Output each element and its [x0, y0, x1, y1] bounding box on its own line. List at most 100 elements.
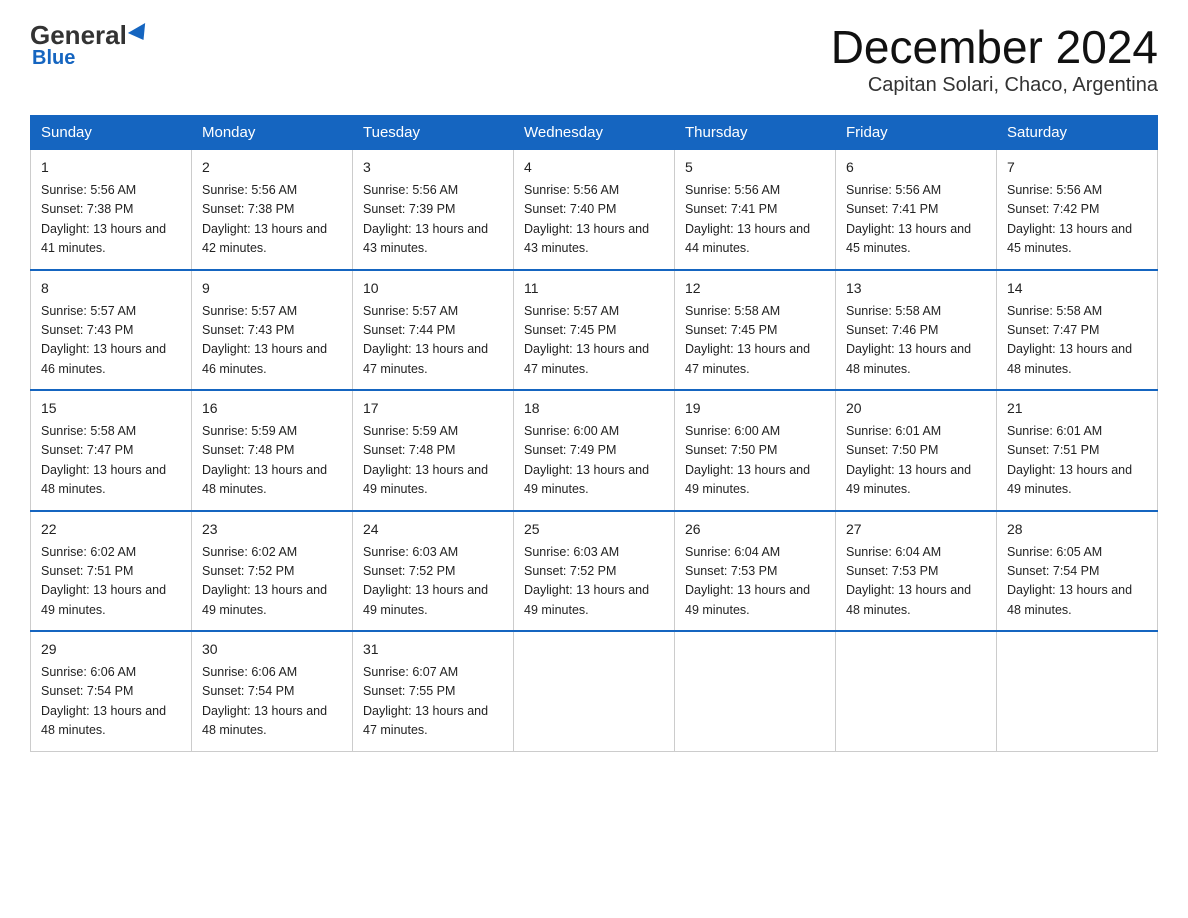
table-row: 31 Sunrise: 6:07 AMSunset: 7:55 PMDaylig…	[353, 631, 514, 751]
day-number: 17	[363, 398, 503, 419]
day-number: 10	[363, 278, 503, 299]
col-thursday: Thursday	[675, 116, 836, 150]
day-info: Sunrise: 5:58 AMSunset: 7:47 PMDaylight:…	[1007, 304, 1132, 376]
table-row: 12 Sunrise: 5:58 AMSunset: 7:45 PMDaylig…	[675, 270, 836, 391]
day-number: 22	[41, 519, 181, 540]
day-info: Sunrise: 6:03 AMSunset: 7:52 PMDaylight:…	[363, 545, 488, 617]
table-row: 23 Sunrise: 6:02 AMSunset: 7:52 PMDaylig…	[192, 511, 353, 632]
day-number: 3	[363, 157, 503, 178]
day-info: Sunrise: 5:57 AMSunset: 7:44 PMDaylight:…	[363, 304, 488, 376]
table-row: 18 Sunrise: 6:00 AMSunset: 7:49 PMDaylig…	[514, 390, 675, 511]
col-monday: Monday	[192, 116, 353, 150]
day-number: 14	[1007, 278, 1147, 299]
col-wednesday: Wednesday	[514, 116, 675, 150]
table-row: 9 Sunrise: 5:57 AMSunset: 7:43 PMDayligh…	[192, 270, 353, 391]
day-number: 23	[202, 519, 342, 540]
day-info: Sunrise: 6:00 AMSunset: 7:50 PMDaylight:…	[685, 424, 810, 496]
day-number: 6	[846, 157, 986, 178]
table-row: 25 Sunrise: 6:03 AMSunset: 7:52 PMDaylig…	[514, 511, 675, 632]
table-row: 11 Sunrise: 5:57 AMSunset: 7:45 PMDaylig…	[514, 270, 675, 391]
day-number: 29	[41, 639, 181, 660]
col-friday: Friday	[836, 116, 997, 150]
logo-arrow-icon	[128, 22, 152, 44]
table-row: 27 Sunrise: 6:04 AMSunset: 7:53 PMDaylig…	[836, 511, 997, 632]
calendar-week-2: 8 Sunrise: 5:57 AMSunset: 7:43 PMDayligh…	[31, 270, 1158, 391]
table-row: 6 Sunrise: 5:56 AMSunset: 7:41 PMDayligh…	[836, 150, 997, 270]
day-info: Sunrise: 5:57 AMSunset: 7:43 PMDaylight:…	[202, 304, 327, 376]
table-row: 28 Sunrise: 6:05 AMSunset: 7:54 PMDaylig…	[997, 511, 1158, 632]
day-info: Sunrise: 5:56 AMSunset: 7:41 PMDaylight:…	[846, 183, 971, 255]
day-number: 12	[685, 278, 825, 299]
table-row: 16 Sunrise: 5:59 AMSunset: 7:48 PMDaylig…	[192, 390, 353, 511]
day-info: Sunrise: 5:56 AMSunset: 7:38 PMDaylight:…	[41, 183, 166, 255]
calendar-week-4: 22 Sunrise: 6:02 AMSunset: 7:51 PMDaylig…	[31, 511, 1158, 632]
calendar-week-3: 15 Sunrise: 5:58 AMSunset: 7:47 PMDaylig…	[31, 390, 1158, 511]
col-saturday: Saturday	[997, 116, 1158, 150]
day-number: 15	[41, 398, 181, 419]
day-number: 7	[1007, 157, 1147, 178]
day-number: 5	[685, 157, 825, 178]
day-number: 27	[846, 519, 986, 540]
day-info: Sunrise: 6:06 AMSunset: 7:54 PMDaylight:…	[41, 665, 166, 737]
table-row: 22 Sunrise: 6:02 AMSunset: 7:51 PMDaylig…	[31, 511, 192, 632]
day-number: 9	[202, 278, 342, 299]
day-number: 19	[685, 398, 825, 419]
day-info: Sunrise: 5:56 AMSunset: 7:40 PMDaylight:…	[524, 183, 649, 255]
day-number: 8	[41, 278, 181, 299]
day-number: 25	[524, 519, 664, 540]
table-row: 5 Sunrise: 5:56 AMSunset: 7:41 PMDayligh…	[675, 150, 836, 270]
logo: General Blue	[30, 20, 150, 70]
calendar-header-row: Sunday Monday Tuesday Wednesday Thursday…	[31, 116, 1158, 150]
day-info: Sunrise: 6:06 AMSunset: 7:54 PMDaylight:…	[202, 665, 327, 737]
table-row	[997, 631, 1158, 751]
day-info: Sunrise: 5:58 AMSunset: 7:47 PMDaylight:…	[41, 424, 166, 496]
day-info: Sunrise: 6:04 AMSunset: 7:53 PMDaylight:…	[846, 545, 971, 617]
day-info: Sunrise: 5:59 AMSunset: 7:48 PMDaylight:…	[202, 424, 327, 496]
table-row: 3 Sunrise: 5:56 AMSunset: 7:39 PMDayligh…	[353, 150, 514, 270]
calendar-week-5: 29 Sunrise: 6:06 AMSunset: 7:54 PMDaylig…	[31, 631, 1158, 751]
table-row: 7 Sunrise: 5:56 AMSunset: 7:42 PMDayligh…	[997, 150, 1158, 270]
day-info: Sunrise: 5:56 AMSunset: 7:38 PMDaylight:…	[202, 183, 327, 255]
day-number: 4	[524, 157, 664, 178]
table-row: 17 Sunrise: 5:59 AMSunset: 7:48 PMDaylig…	[353, 390, 514, 511]
day-info: Sunrise: 5:58 AMSunset: 7:46 PMDaylight:…	[846, 304, 971, 376]
day-info: Sunrise: 6:02 AMSunset: 7:52 PMDaylight:…	[202, 545, 327, 617]
table-row: 8 Sunrise: 5:57 AMSunset: 7:43 PMDayligh…	[31, 270, 192, 391]
table-row	[514, 631, 675, 751]
day-number: 21	[1007, 398, 1147, 419]
logo-blue: Blue	[32, 47, 75, 70]
day-number: 1	[41, 157, 181, 178]
table-row: 10 Sunrise: 5:57 AMSunset: 7:44 PMDaylig…	[353, 270, 514, 391]
day-number: 28	[1007, 519, 1147, 540]
day-info: Sunrise: 6:02 AMSunset: 7:51 PMDaylight:…	[41, 545, 166, 617]
calendar-table: Sunday Monday Tuesday Wednesday Thursday…	[30, 115, 1158, 752]
day-number: 30	[202, 639, 342, 660]
day-info: Sunrise: 6:07 AMSunset: 7:55 PMDaylight:…	[363, 665, 488, 737]
table-row: 29 Sunrise: 6:06 AMSunset: 7:54 PMDaylig…	[31, 631, 192, 751]
table-row: 21 Sunrise: 6:01 AMSunset: 7:51 PMDaylig…	[997, 390, 1158, 511]
day-info: Sunrise: 6:01 AMSunset: 7:50 PMDaylight:…	[846, 424, 971, 496]
calendar-week-1: 1 Sunrise: 5:56 AMSunset: 7:38 PMDayligh…	[31, 150, 1158, 270]
day-info: Sunrise: 5:57 AMSunset: 7:43 PMDaylight:…	[41, 304, 166, 376]
day-info: Sunrise: 5:57 AMSunset: 7:45 PMDaylight:…	[524, 304, 649, 376]
table-row: 15 Sunrise: 5:58 AMSunset: 7:47 PMDaylig…	[31, 390, 192, 511]
day-number: 16	[202, 398, 342, 419]
day-number: 31	[363, 639, 503, 660]
month-year-title: December 2024	[831, 20, 1158, 74]
table-row: 13 Sunrise: 5:58 AMSunset: 7:46 PMDaylig…	[836, 270, 997, 391]
table-row: 24 Sunrise: 6:03 AMSunset: 7:52 PMDaylig…	[353, 511, 514, 632]
day-number: 2	[202, 157, 342, 178]
table-row: 14 Sunrise: 5:58 AMSunset: 7:47 PMDaylig…	[997, 270, 1158, 391]
day-info: Sunrise: 6:05 AMSunset: 7:54 PMDaylight:…	[1007, 545, 1132, 617]
day-info: Sunrise: 6:03 AMSunset: 7:52 PMDaylight:…	[524, 545, 649, 617]
day-number: 11	[524, 278, 664, 299]
day-number: 24	[363, 519, 503, 540]
day-number: 20	[846, 398, 986, 419]
day-number: 13	[846, 278, 986, 299]
table-row: 20 Sunrise: 6:01 AMSunset: 7:50 PMDaylig…	[836, 390, 997, 511]
col-sunday: Sunday	[31, 116, 192, 150]
table-row: 2 Sunrise: 5:56 AMSunset: 7:38 PMDayligh…	[192, 150, 353, 270]
day-info: Sunrise: 6:00 AMSunset: 7:49 PMDaylight:…	[524, 424, 649, 496]
day-info: Sunrise: 5:56 AMSunset: 7:42 PMDaylight:…	[1007, 183, 1132, 255]
day-number: 26	[685, 519, 825, 540]
